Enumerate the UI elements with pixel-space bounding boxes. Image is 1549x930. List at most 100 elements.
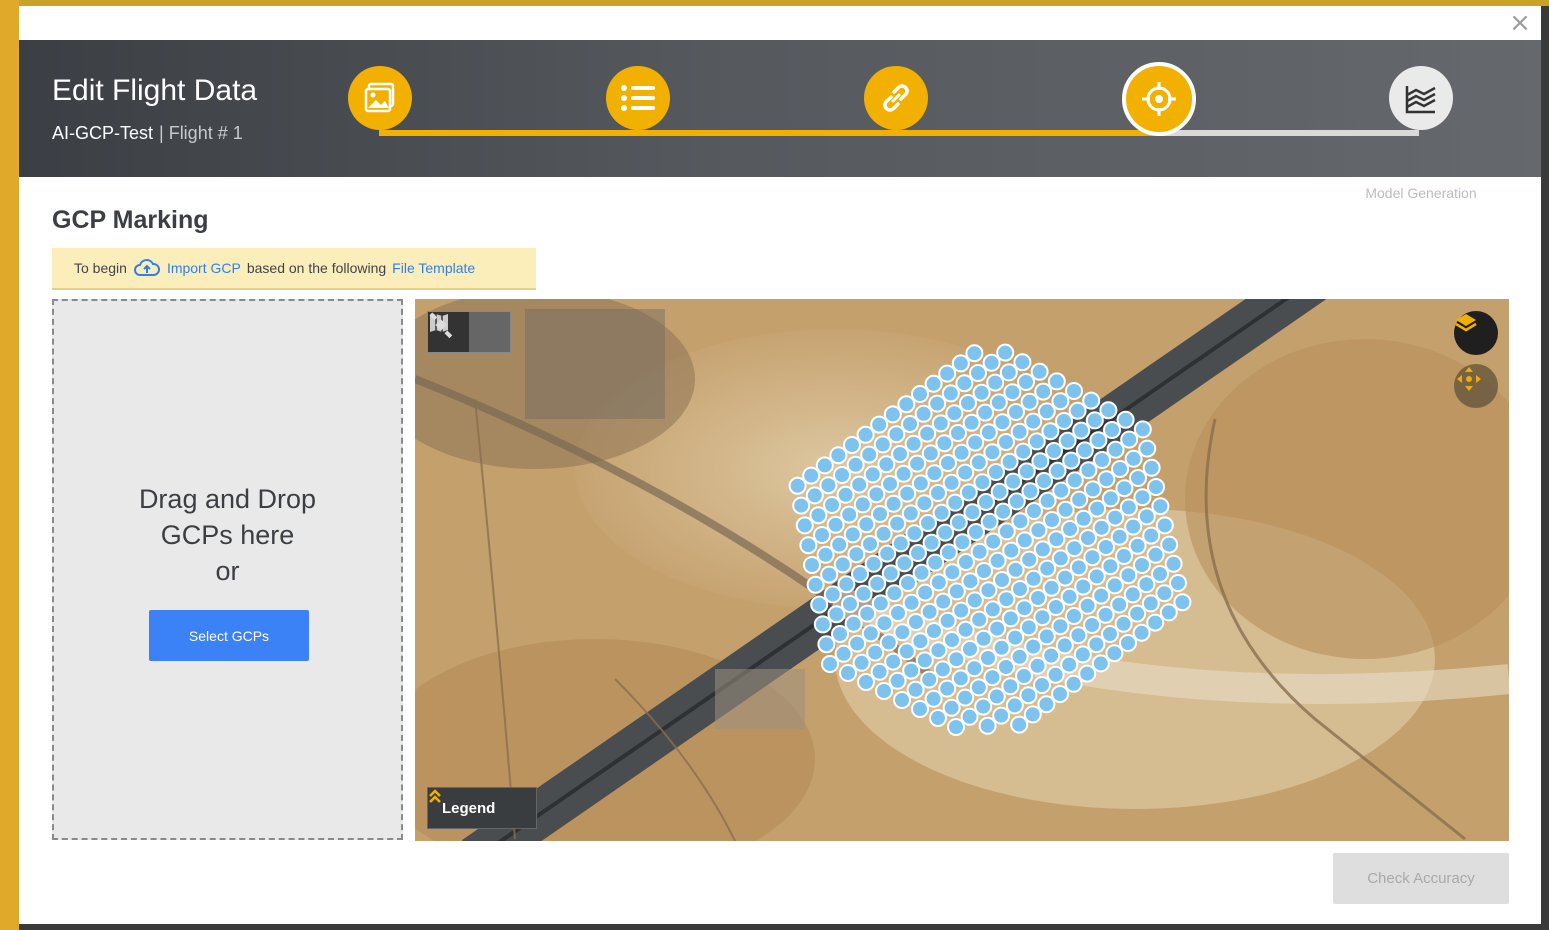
gcp-marker[interactable] xyxy=(990,482,1009,501)
gcp-marker[interactable] xyxy=(1025,502,1043,520)
gcp-marker[interactable] xyxy=(1048,461,1067,480)
gcp-marker[interactable] xyxy=(813,526,831,544)
gcp-marker[interactable] xyxy=(1106,508,1125,527)
gcp-marker[interactable] xyxy=(961,572,980,591)
gcp-marker[interactable] xyxy=(986,373,1005,392)
gcp-marker[interactable] xyxy=(907,613,925,631)
gcp-marker[interactable] xyxy=(938,364,957,383)
step-gcp-marking[interactable] xyxy=(1122,62,1196,136)
gcp-marker[interactable] xyxy=(916,583,935,602)
gcp-marker[interactable] xyxy=(1055,412,1073,430)
gcp-marker[interactable] xyxy=(1051,392,1070,411)
gcp-marker[interactable] xyxy=(871,594,890,613)
gcp-marker[interactable] xyxy=(938,611,957,630)
gcp-marker[interactable] xyxy=(867,485,886,504)
gcp-marker[interactable] xyxy=(929,484,947,502)
gcp-marker[interactable] xyxy=(966,433,985,452)
gcp-marker[interactable] xyxy=(1142,526,1161,545)
gcp-marker[interactable] xyxy=(967,523,985,541)
gcp-marker[interactable] xyxy=(1079,529,1097,547)
gcp-marker[interactable] xyxy=(969,678,988,697)
gcp-marker[interactable] xyxy=(1003,383,1022,402)
gcp-marker[interactable] xyxy=(1099,401,1118,420)
gcp-marker[interactable] xyxy=(881,475,899,493)
gcp-marker[interactable] xyxy=(1011,580,1029,598)
gcp-marker[interactable] xyxy=(873,435,892,454)
gcp-marker[interactable] xyxy=(854,584,873,603)
gcp-marker[interactable] xyxy=(1020,392,1039,411)
gcp-marker[interactable] xyxy=(1038,559,1057,578)
gcp-marker[interactable] xyxy=(984,532,1003,551)
gcp-marker[interactable] xyxy=(839,664,857,682)
gcp-marker[interactable] xyxy=(844,614,863,633)
gcp-marker[interactable] xyxy=(979,423,998,442)
gcp-marker[interactable] xyxy=(827,605,846,624)
gcp-marker[interactable] xyxy=(1029,521,1048,540)
gcp-marker[interactable] xyxy=(931,414,950,433)
gcp-marker[interactable] xyxy=(840,505,859,524)
gcp-marker[interactable] xyxy=(962,413,981,432)
gcp-marker[interactable] xyxy=(898,484,917,503)
gcp-marker[interactable] xyxy=(945,404,964,423)
gcp-marker[interactable] xyxy=(926,553,945,572)
gcp-marker[interactable] xyxy=(901,504,920,523)
gcp-marker[interactable] xyxy=(974,629,993,648)
gcp-marker[interactable] xyxy=(819,476,838,495)
gcp-marker[interactable] xyxy=(972,383,991,402)
step-model-generation[interactable] xyxy=(1389,66,1453,130)
gcp-marker[interactable] xyxy=(983,600,1002,619)
gcp-marker[interactable] xyxy=(1052,481,1071,500)
gcp-marker[interactable] xyxy=(1097,470,1116,489)
gcp-marker[interactable] xyxy=(895,554,914,573)
gcp-marker[interactable] xyxy=(1115,479,1134,498)
gcp-marker[interactable] xyxy=(996,343,1015,362)
gcp-marker[interactable] xyxy=(823,496,841,514)
gcp-marker[interactable] xyxy=(871,505,889,523)
gcp-marker[interactable] xyxy=(911,632,930,651)
gcp-marker[interactable] xyxy=(829,446,848,465)
gcp-marker[interactable] xyxy=(836,485,855,504)
gcp-marker[interactable] xyxy=(1010,715,1029,734)
layers-icon[interactable] xyxy=(1454,311,1498,355)
gcp-marker[interactable] xyxy=(1015,599,1034,618)
gcp-marker[interactable] xyxy=(1000,452,1019,471)
gcp-marker[interactable] xyxy=(969,453,988,472)
gcp-marker[interactable] xyxy=(1087,567,1106,586)
gcp-marker[interactable] xyxy=(1087,635,1106,654)
gcp-marker[interactable] xyxy=(929,641,948,660)
gcp-marker[interactable] xyxy=(851,565,869,583)
gcp-marker[interactable] xyxy=(949,424,967,442)
gcp-marker[interactable] xyxy=(894,464,913,483)
gcp-marker[interactable] xyxy=(965,344,984,363)
gcp-marker[interactable] xyxy=(815,456,834,475)
file-template-link[interactable]: File Template xyxy=(392,260,475,276)
gcp-marker[interactable] xyxy=(921,444,940,463)
gcp-marker[interactable] xyxy=(888,514,907,533)
gcp-marker[interactable] xyxy=(841,595,859,613)
gcp-marker[interactable] xyxy=(928,394,947,413)
basemap-toggle[interactable] xyxy=(427,311,511,353)
gcp-marker[interactable] xyxy=(929,573,948,592)
gcp-marker[interactable] xyxy=(1155,584,1174,603)
gcp-marker[interactable] xyxy=(1021,482,1040,501)
gcp-marker[interactable] xyxy=(891,534,910,553)
gcp-marker[interactable] xyxy=(994,502,1013,521)
gcp-marker[interactable] xyxy=(1035,472,1053,490)
gcp-marker[interactable] xyxy=(1070,490,1089,509)
gcp-marker[interactable] xyxy=(970,542,989,561)
gcp-marker[interactable] xyxy=(857,673,875,691)
gcp-marker[interactable] xyxy=(856,425,875,444)
gcp-marker[interactable] xyxy=(1074,509,1093,528)
gcp-marker[interactable] xyxy=(1142,458,1161,477)
gcp-marker[interactable] xyxy=(963,503,982,522)
gcp-marker[interactable] xyxy=(857,515,876,534)
gcp-marker[interactable] xyxy=(1031,452,1050,471)
gcp-marker[interactable] xyxy=(906,680,925,699)
gcp-marker[interactable] xyxy=(1011,512,1030,531)
gcp-marker[interactable] xyxy=(970,610,989,629)
gcp-marker[interactable] xyxy=(901,415,919,433)
gcp-marker[interactable] xyxy=(1005,696,1024,715)
gcp-marker[interactable] xyxy=(1001,609,1020,628)
gcp-marker[interactable] xyxy=(1065,471,1084,490)
gcp-marker[interactable] xyxy=(1151,497,1170,516)
